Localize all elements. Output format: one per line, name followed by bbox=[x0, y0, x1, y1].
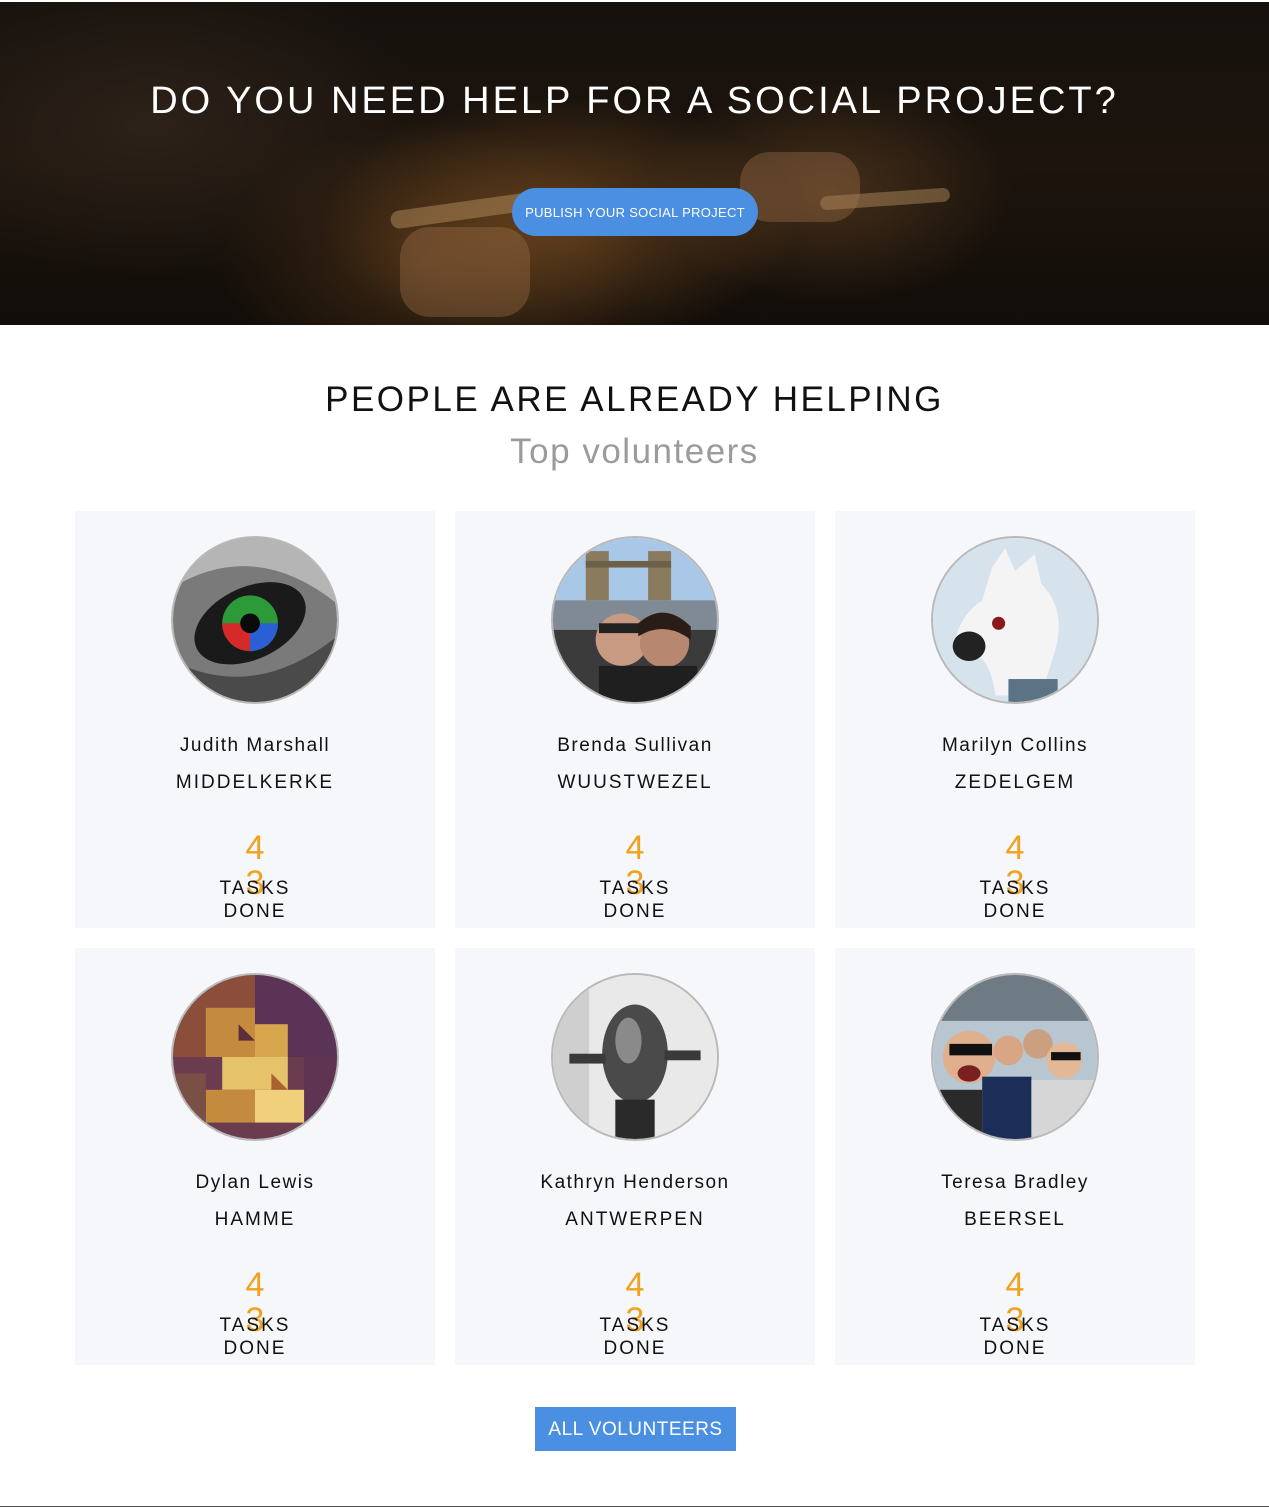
couple-selfie-avatar bbox=[551, 536, 719, 704]
tasks-count: 4 bbox=[245, 1266, 265, 1304]
tasks-label: TASKS DONE bbox=[219, 878, 291, 922]
volunteer-card[interactable]: Kathryn Henderson ANTWERPEN 4 3 TASKS DO… bbox=[455, 948, 815, 1365]
tasks-count: 4 bbox=[625, 829, 645, 867]
volunteer-city: HAMME bbox=[214, 1209, 296, 1230]
hero-title: DO YOU NEED HELP FOR A SOCIAL PROJECT? bbox=[150, 80, 1119, 122]
tasks-label: TASKS DONE bbox=[979, 1315, 1051, 1359]
volunteer-city: BEERSEL bbox=[964, 1209, 1066, 1230]
hero-banner: DO YOU NEED HELP FOR A SOCIAL PROJECT? P… bbox=[0, 2, 1269, 325]
tasks-count: 4 bbox=[1005, 829, 1025, 867]
volunteer-name: Judith Marshall bbox=[179, 735, 331, 756]
tasks-count: 4 bbox=[245, 829, 265, 867]
volunteer-card[interactable]: Judith Marshall MIDDELKERKE 4 3 TASKS DO… bbox=[75, 511, 435, 928]
tasks-count: 4 bbox=[1005, 1266, 1025, 1304]
volunteer-card[interactable]: Marilyn Collins ZEDELGEM 4 3 TASKS DONE bbox=[835, 511, 1195, 928]
pixel-mosaic-avatar bbox=[171, 973, 339, 1141]
volunteer-name: Marilyn Collins bbox=[941, 735, 1089, 756]
bottom-divider bbox=[0, 1506, 1269, 1507]
volunteer-card[interactable]: Dylan Lewis HAMME 4 3 TASKS DONE bbox=[75, 948, 435, 1365]
volunteer-card[interactable]: Brenda Sullivan WUUSTWEZEL 4 3 TASKS DON… bbox=[455, 511, 815, 928]
group-selfie-avatar bbox=[931, 973, 1099, 1141]
volunteer-name: Dylan Lewis bbox=[195, 1172, 315, 1193]
volunteer-city: WUUSTWEZEL bbox=[557, 772, 713, 793]
volunteer-card[interactable]: Teresa Bradley BEERSEL 4 3 TASKS DONE bbox=[835, 948, 1195, 1365]
volunteer-city: ZEDELGEM bbox=[954, 772, 1076, 793]
tasks-count: 4 bbox=[625, 1266, 645, 1304]
tasks-label: TASKS DONE bbox=[599, 878, 671, 922]
tasks-label: TASKS DONE bbox=[599, 1315, 671, 1359]
volunteer-name: Brenda Sullivan bbox=[557, 735, 713, 756]
section-subtitle: Top volunteers bbox=[510, 432, 759, 471]
volunteer-city: MIDDELKERKE bbox=[175, 772, 335, 793]
volunteer-name: Kathryn Henderson bbox=[540, 1172, 730, 1193]
volunteer-city: ANTWERPEN bbox=[565, 1209, 705, 1230]
section-title: PEOPLE ARE ALREADY HELPING bbox=[325, 380, 944, 419]
eye-avatar bbox=[171, 536, 339, 704]
horse-mask-avatar bbox=[931, 536, 1099, 704]
publish-project-button[interactable]: PUBLISH YOUR SOCIAL PROJECT bbox=[512, 188, 758, 236]
tasks-label: TASKS DONE bbox=[219, 1315, 291, 1359]
all-volunteers-button[interactable]: ALL VOLUNTEERS bbox=[535, 1407, 736, 1451]
tasks-label: TASKS DONE bbox=[979, 878, 1051, 922]
head-sculpture-avatar bbox=[551, 973, 719, 1141]
volunteer-name: Teresa Bradley bbox=[941, 1172, 1089, 1193]
